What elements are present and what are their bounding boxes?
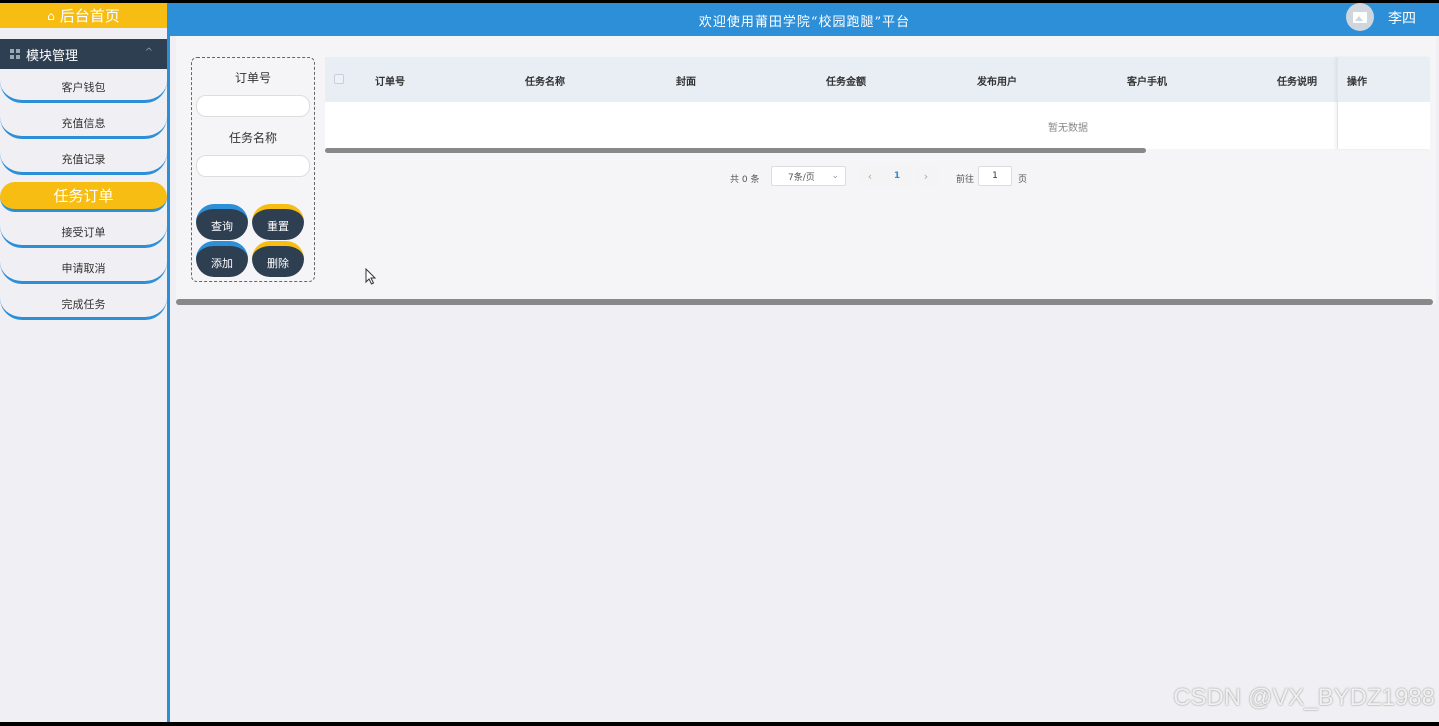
sidebar-item-customer-wallet[interactable]: 客户钱包 <box>0 73 167 103</box>
table-horizontal-scrollbar[interactable] <box>325 148 1146 153</box>
sidebar-module-header[interactable]: 模块管理 ^ <box>0 39 167 69</box>
sidebar-home-label: 后台首页 <box>59 7 120 25</box>
grid-icon <box>10 49 20 59</box>
task-name-label: 任务名称 <box>228 131 277 145</box>
column-header-publisher[interactable]: 发布用户 <box>977 73 1017 88</box>
search-panel: 订单号 任务名称 查询 重置 添加 删除 <box>191 57 315 282</box>
sidebar-module-label: 模块管理 <box>26 48 79 64</box>
username[interactable]: 李四 <box>1388 8 1416 28</box>
image-icon <box>1353 11 1367 23</box>
chevron-right-icon: › <box>923 169 929 183</box>
sidebar-item-apply-cancel[interactable]: 申请取消 <box>0 254 167 284</box>
table-header: 订单号 任务名称 封面 任务金额 发布用户 客户手机 任务说明 <box>325 57 1430 102</box>
sidebar-item-label: 接受订单 <box>61 225 106 239</box>
watermark: CSDN @VX_BYDZ1988 <box>1173 684 1435 711</box>
operations-column: 操作 <box>1337 57 1430 149</box>
column-header-actions: 操作 <box>1347 77 1367 88</box>
top-header: 欢迎使用莆田学院“校园跑腿”平台 李四 <box>170 3 1439 36</box>
task-name-input[interactable] <box>196 155 310 177</box>
sidebar-item-label: 客户钱包 <box>61 80 106 94</box>
query-button-label: 查询 <box>211 220 233 233</box>
chevron-left-icon: ‹ <box>867 169 873 183</box>
page-size-value: 7条/页 <box>788 172 815 183</box>
order-number-label: 订单号 <box>234 71 271 85</box>
add-button-label: 添加 <box>211 257 233 270</box>
sidebar: ⌂ 后台首页 模块管理 ^ 客户钱包 充值信息 充值记录 任务订单 接受订单 申… <box>0 3 170 722</box>
sidebar-item-label: 完成任务 <box>61 297 106 311</box>
column-header-customer-phone[interactable]: 客户手机 <box>1127 73 1167 88</box>
data-table: 订单号 任务名称 封面 任务金额 发布用户 客户手机 任务说明 暂无数据 操作 <box>325 57 1430 149</box>
chevron-up-icon: ^ <box>144 47 153 58</box>
sidebar-home-link[interactable]: ⌂ 后台首页 <box>0 3 167 28</box>
app-window: ⌂ 后台首页 模块管理 ^ 客户钱包 充值信息 充值记录 任务订单 接受订单 申… <box>0 3 1439 722</box>
sidebar-item-accept-orders[interactable]: 接受订单 <box>0 218 167 248</box>
reset-button-label: 重置 <box>267 220 289 233</box>
sidebar-item-label: 任务订单 <box>53 187 114 205</box>
sidebar-item-label: 申请取消 <box>61 261 106 275</box>
avatar[interactable] <box>1346 3 1374 31</box>
empty-state-text: 暂无数据 <box>1048 123 1088 134</box>
column-header-order-number[interactable]: 订单号 <box>375 73 405 88</box>
delete-button[interactable]: 删除 <box>252 241 304 277</box>
page-unit-label: 页 <box>1018 175 1028 185</box>
goto-label: 前往 <box>956 175 975 185</box>
reset-button[interactable]: 重置 <box>252 204 304 240</box>
column-header-task-description[interactable]: 任务说明 <box>1277 73 1317 88</box>
prev-page-button[interactable]: ‹ <box>858 166 882 186</box>
mouse-cursor-icon <box>365 268 377 285</box>
query-button[interactable]: 查询 <box>196 204 248 240</box>
select-all-checkbox[interactable] <box>334 74 344 84</box>
sidebar-item-recharge-info[interactable]: 充值信息 <box>0 109 167 139</box>
order-number-input[interactable] <box>196 95 310 117</box>
page-number-current[interactable]: 1 <box>882 166 912 186</box>
total-count: 共 0 条 <box>730 175 760 185</box>
page-title: 欢迎使用莆田学院“校园跑腿”平台 <box>698 15 911 30</box>
page-size-select[interactable]: 7条/页 ⌄ <box>771 166 846 186</box>
delete-button-label: 删除 <box>267 257 289 270</box>
sidebar-item-label: 充值记录 <box>61 152 106 166</box>
column-header-task-amount[interactable]: 任务金额 <box>826 73 866 88</box>
chevron-down-icon: ⌄ <box>831 171 839 181</box>
column-header-task-name[interactable]: 任务名称 <box>525 73 565 88</box>
sidebar-item-task-orders[interactable]: 任务订单 <box>0 182 167 212</box>
sidebar-item-label: 充值信息 <box>61 116 106 130</box>
column-header-cover[interactable]: 封面 <box>676 73 696 88</box>
content-horizontal-scrollbar[interactable] <box>176 299 1433 305</box>
goto-page-input[interactable]: 1 <box>978 166 1012 186</box>
main-content: 订单号 任务名称 查询 重置 添加 删除 订单号 任务名称 封面 任务金额 发布… <box>173 36 1439 722</box>
home-icon: ⌂ <box>47 8 55 23</box>
sidebar-item-recharge-record[interactable]: 充值记录 <box>0 145 167 175</box>
add-button[interactable]: 添加 <box>196 241 248 277</box>
next-page-button[interactable]: › <box>914 166 938 186</box>
sidebar-item-complete-task[interactable]: 完成任务 <box>0 290 167 320</box>
